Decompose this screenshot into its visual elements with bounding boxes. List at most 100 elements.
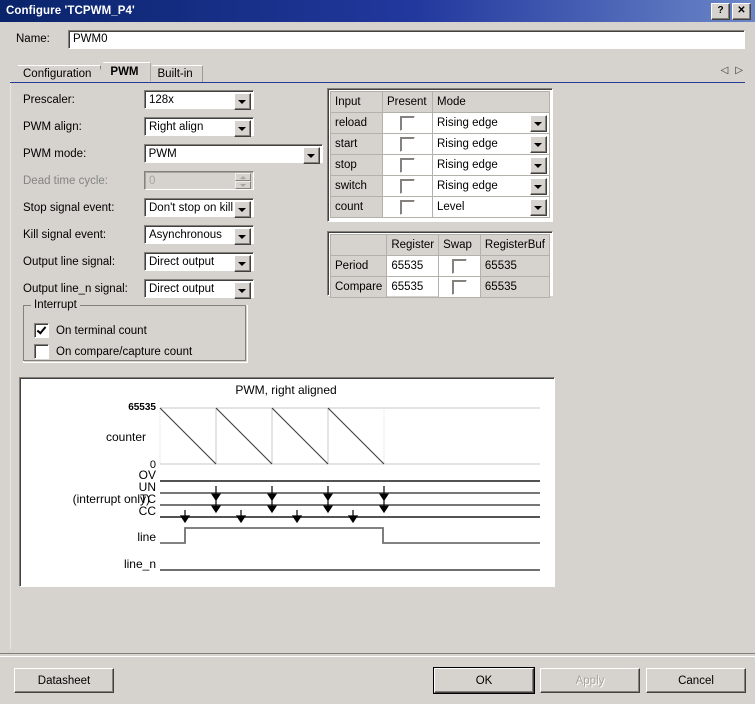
combo-value: PWM xyxy=(148,148,177,160)
combo-kill-signal-event[interactable]: Asynchronous xyxy=(144,225,254,245)
tab-strip: Configuration PWM Built-in ◁ ▷ xyxy=(10,62,745,83)
combo-pwm-align[interactable]: Right align xyxy=(144,117,254,137)
table-row: Period 65535 65535 xyxy=(329,255,551,277)
checkbox-indicator[interactable] xyxy=(452,279,468,295)
table-row: switch Rising edge xyxy=(330,175,550,197)
chevron-down-icon[interactable] xyxy=(234,228,251,245)
chevron-down-icon[interactable] xyxy=(530,115,547,132)
input-name-cell: stop xyxy=(330,154,383,176)
dialog-button-bar: Datasheet OK Apply Cancel xyxy=(0,657,755,704)
checkbox-indicator[interactable] xyxy=(34,323,49,338)
pwm-settings-form: Prescaler: 128x PWM align: Right align PWM m… xyxy=(23,89,323,305)
mode-combo-cell[interactable]: Rising edge xyxy=(432,133,550,155)
present-checkbox-cell[interactable] xyxy=(382,112,433,134)
checkbox-indicator[interactable] xyxy=(400,136,415,152)
window-title: Configure 'TCPWM_P4' xyxy=(6,5,135,17)
register-value-cell[interactable]: 65535 xyxy=(386,255,440,277)
chevron-down-icon[interactable] xyxy=(234,201,251,218)
chevron-down-icon[interactable] xyxy=(530,136,547,153)
line-waveform xyxy=(160,527,540,544)
column-header: RegisterBuf xyxy=(479,234,551,256)
field-label: PWM align: xyxy=(23,120,82,133)
column-header: Swap xyxy=(438,234,481,256)
checkbox-indicator[interactable] xyxy=(34,344,49,359)
checkbox-label: On terminal count xyxy=(56,324,147,337)
stepper-down-icon xyxy=(235,181,251,189)
checkbox-indicator[interactable] xyxy=(400,199,415,215)
present-checkbox-cell[interactable] xyxy=(382,175,433,197)
interrupt-only-note: (interrupt only) xyxy=(73,492,150,506)
counter-label: counter xyxy=(106,430,146,444)
form-row: PWM mode: PWM xyxy=(23,143,323,164)
tab-configuration[interactable]: Configuration xyxy=(10,65,102,82)
ok-button[interactable]: OK xyxy=(433,667,535,694)
register-value-cell[interactable]: 65535 xyxy=(386,276,440,298)
swap-checkbox-cell[interactable] xyxy=(438,255,481,277)
stepper-dead-time-cycle: 0 xyxy=(144,171,254,190)
line-label: line xyxy=(137,530,156,544)
cancel-button[interactable]: Cancel xyxy=(646,668,746,693)
present-checkbox-cell[interactable] xyxy=(382,154,433,176)
tab-built-in[interactable]: Built-in xyxy=(144,65,203,82)
checkbox-indicator[interactable] xyxy=(400,115,415,131)
present-checkbox-cell[interactable] xyxy=(382,196,433,218)
tab-label: Configuration xyxy=(23,68,92,80)
checkbox-indicator[interactable] xyxy=(400,178,415,194)
stepper-buttons xyxy=(235,173,251,189)
mode-combo-cell[interactable]: Rising edge xyxy=(432,112,550,134)
tab-list: Configuration PWM Built-in xyxy=(10,62,745,82)
combo-prescaler[interactable]: 128x xyxy=(144,90,254,110)
combo-pwm-mode[interactable]: PWM xyxy=(143,144,323,164)
swap-checkbox-cell[interactable] xyxy=(438,276,481,298)
form-row: PWM align: Right align xyxy=(23,116,323,137)
field-label: Dead time cycle: xyxy=(23,174,109,187)
apply-button: Apply xyxy=(540,668,640,693)
combo-stop-signal-event[interactable]: Don't stop on kill xyxy=(144,198,254,218)
counter-max-label: 65535 xyxy=(128,402,156,413)
form-row: Kill signal event: Asynchronous xyxy=(23,224,323,245)
mode-value: Rising edge xyxy=(437,138,498,150)
chevron-down-icon[interactable] xyxy=(303,147,320,164)
tab-pwm[interactable]: PWM xyxy=(95,62,151,82)
form-row: Prescaler: 128x xyxy=(23,89,323,110)
checkbox-on-compare-capture-count[interactable]: On compare/capture count xyxy=(34,344,192,359)
table-row: count Level xyxy=(330,196,550,218)
combo-value: Direct output xyxy=(149,256,215,268)
name-input[interactable] xyxy=(68,29,745,49)
chevron-down-icon[interactable] xyxy=(530,199,547,216)
checkbox-label: On compare/capture count xyxy=(56,345,193,358)
close-icon[interactable]: ✕ xyxy=(732,2,751,20)
checkbox-indicator[interactable] xyxy=(452,258,468,274)
chevron-down-icon[interactable] xyxy=(234,255,251,272)
mode-value: Rising edge xyxy=(437,117,498,129)
mode-value: Level xyxy=(437,201,465,213)
mode-combo-cell[interactable]: Level xyxy=(432,196,550,218)
mode-combo-cell[interactable]: Rising edge xyxy=(432,175,550,197)
datasheet-button[interactable]: Datasheet xyxy=(14,668,114,693)
present-checkbox-cell[interactable] xyxy=(382,133,433,155)
tab-scroll-left-icon[interactable]: ◁ xyxy=(721,65,729,76)
title-bar: Configure 'TCPWM_P4' ? ✕ xyxy=(0,0,755,22)
register-buf-value-cell: 65535 xyxy=(479,255,551,277)
help-icon[interactable]: ? xyxy=(711,2,730,20)
chevron-down-icon[interactable] xyxy=(234,282,251,299)
register-name-cell: Period xyxy=(329,255,388,277)
checkbox-indicator[interactable] xyxy=(400,157,415,173)
tab-scroll-right-icon[interactable]: ▷ xyxy=(735,65,743,76)
form-row: Output line_n signal: Direct output xyxy=(23,278,323,299)
mode-combo-cell[interactable]: Rising edge xyxy=(432,154,550,176)
combo-value: Right align xyxy=(149,121,204,133)
combo-output-line-signal[interactable]: Direct output xyxy=(144,252,254,272)
column-header: Present xyxy=(382,91,433,113)
table-row: Compare 65535 65535 xyxy=(329,276,551,298)
input-name-cell: reload xyxy=(330,112,383,134)
input-name-cell: count xyxy=(330,196,383,218)
signal-rows: OV UN TC CC (interrupt only) xyxy=(73,468,157,518)
checkbox-on-terminal-count[interactable]: On terminal count xyxy=(34,323,147,338)
chevron-down-icon[interactable] xyxy=(530,178,547,195)
combo-output-line_n-signal[interactable]: Direct output xyxy=(144,279,254,299)
chevron-down-icon[interactable] xyxy=(530,157,547,174)
chevron-down-icon[interactable] xyxy=(234,120,251,137)
combo-value: Asynchronous xyxy=(149,229,222,241)
chevron-down-icon[interactable] xyxy=(234,93,251,110)
